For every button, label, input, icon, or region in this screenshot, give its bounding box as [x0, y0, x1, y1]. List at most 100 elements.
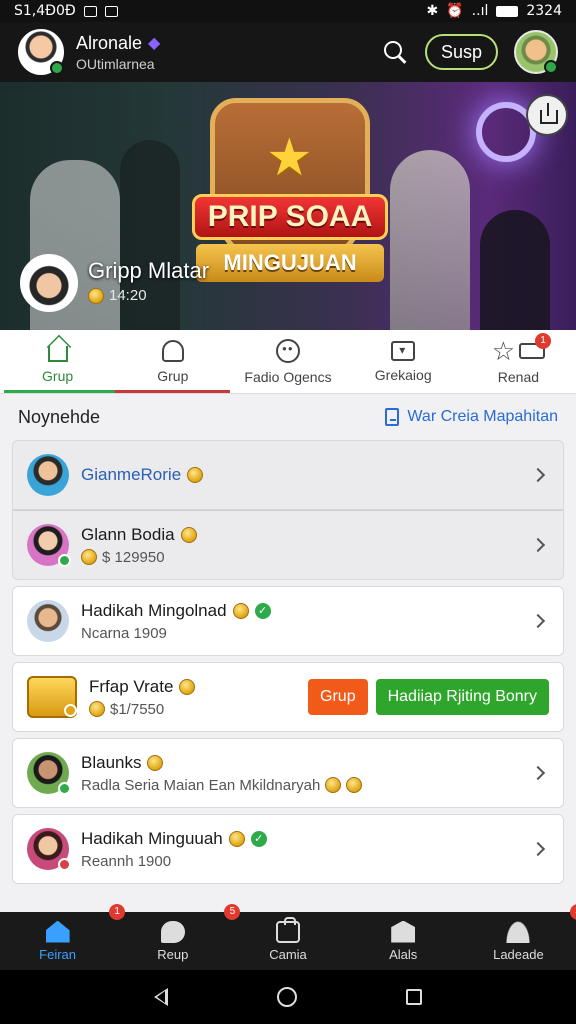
- coin-icon: [187, 467, 204, 483]
- coin-icon: [179, 678, 196, 695]
- user-icon: [506, 920, 531, 943]
- nav-label: Alals: [389, 946, 418, 962]
- list-item[interactable]: GianmeRorie: [12, 440, 564, 510]
- gem-icon: ◆: [148, 35, 161, 52]
- susp-button[interactable]: Susp: [424, 34, 498, 70]
- hero-banner[interactable]: ★ PRIP SOAA MINGUJUAN Gripp Mlatar 14:20: [0, 82, 576, 330]
- tab-grup[interactable]: Grup: [0, 330, 116, 393]
- profile-avatar[interactable]: [18, 29, 64, 75]
- coin-icon: [228, 830, 245, 847]
- bonus-button[interactable]: Hadiiap Rjiting Bonry: [375, 679, 549, 715]
- nav-alals[interactable]: Alals: [346, 912, 461, 970]
- grup-button[interactable]: Grup: [308, 679, 368, 715]
- list-item[interactable]: Blaunks Radla Seria Maian Ean Mkildnarya…: [12, 738, 564, 808]
- avatar: [27, 524, 71, 567]
- member-list: GianmeRorie Glann Bodia $ 129950 Hadikah…: [12, 440, 564, 890]
- nav-label: Reup: [157, 946, 189, 962]
- avatar: [27, 454, 69, 496]
- bluetooth-icon: ✱: [426, 3, 439, 19]
- list-item[interactable]: Frfap Vrate $1/7550 Grup Hadiiap Rjiting…: [12, 662, 564, 732]
- online-status-icon: [544, 60, 558, 74]
- list-item[interactable]: Hadikah Minguuah ✓ Reannh 1900: [12, 814, 564, 884]
- banner-value-text: 14:20: [109, 287, 147, 304]
- share-button[interactable]: [526, 94, 568, 136]
- nav-label: Ladeade: [493, 946, 544, 962]
- banner-value: 14:20: [88, 287, 147, 304]
- search-icon[interactable]: [381, 38, 409, 66]
- recent-apps-icon[interactable]: [405, 989, 422, 1005]
- item-sub: Ncarna 1909: [81, 624, 167, 642]
- home-circle-icon[interactable]: [276, 987, 297, 1007]
- tab-label: Renad: [497, 368, 540, 385]
- notification-icon: [83, 5, 97, 17]
- verified-icon: ✓: [250, 830, 267, 847]
- back-icon[interactable]: [154, 988, 169, 1006]
- notification-badge: 1: [535, 332, 552, 349]
- avatar: [27, 600, 69, 642]
- battery-icon: [496, 5, 519, 17]
- tab-label: Grup: [157, 367, 189, 384]
- banner-avatar[interactable]: [20, 254, 78, 312]
- nav-feiran[interactable]: 1 Feiran: [0, 904, 126, 970]
- item-name: Hadikah Mingolnad: [81, 600, 227, 620]
- app-header: Alronale ◆ OUtimlarnea Susp: [0, 22, 576, 82]
- chevron-right-icon: [530, 537, 546, 553]
- tab-grup-2[interactable]: Grup: [115, 330, 231, 393]
- section-link[interactable]: War Creia Mapahitan: [385, 408, 558, 426]
- box-icon: [391, 920, 416, 943]
- profile-subtitle: OUtimlarnea: [76, 55, 155, 72]
- tab-label: Grup: [42, 367, 74, 384]
- chat-icon: [276, 338, 300, 363]
- profile-name: Alronale: [76, 32, 143, 53]
- tab-label: Fadio Ogencs: [244, 368, 332, 385]
- badge-title-ribbon: PRIP SOAA: [192, 194, 388, 240]
- item-name: Glann Bodia: [81, 524, 175, 544]
- notification-icon: [104, 5, 118, 17]
- item-name: Hadikah Minguuah: [81, 828, 223, 848]
- status-bar: S1,4Ð0Ð ✱ ⏰ ..ıl 2324: [0, 0, 576, 22]
- section-link-text: War Creia Mapahitan: [407, 408, 558, 425]
- chevron-right-icon: [530, 765, 546, 781]
- item-name: Blaunks: [81, 752, 142, 772]
- online-status-icon: [58, 554, 71, 567]
- coin-icon: [81, 549, 97, 565]
- item-sub: Reannh 1900: [81, 852, 172, 870]
- user-avatar[interactable]: [514, 30, 558, 74]
- item-sub: Radla Seria Maian Ean Mkildnaryah: [81, 776, 321, 794]
- nav-label: Feiran: [39, 946, 77, 962]
- bag-icon: [276, 916, 300, 943]
- tab-renad[interactable]: ☆ 1 Renad: [461, 330, 576, 393]
- chat-icon: [160, 920, 185, 943]
- banner-figure: [390, 150, 470, 330]
- nav-ladeade[interactable]: 3 Ladeade: [461, 904, 576, 970]
- tab-label: Grekaiog: [374, 366, 432, 383]
- list-item[interactable]: Hadikah Mingolnad ✓ Ncarna 1909: [12, 586, 564, 656]
- coin-icon: [89, 701, 105, 717]
- star-icon: ☆: [491, 335, 516, 366]
- banner-title: Gripp Mlatar: [88, 258, 210, 283]
- nav-reup[interactable]: 5 Reup: [115, 904, 241, 970]
- home-icon: [47, 345, 68, 362]
- coin-icon: [346, 777, 363, 793]
- ghost-icon: [161, 339, 184, 362]
- signal-text: ..ıl: [471, 3, 489, 19]
- online-status-icon: [50, 61, 64, 75]
- tv-icon: [391, 340, 416, 361]
- section-header: Noynehde War Creia Mapahitan: [0, 394, 576, 440]
- badge-subtitle-ribbon: MINGUJUAN: [196, 244, 384, 282]
- badge-title: PRIP SOAA: [207, 200, 373, 233]
- section-title: Noynehde: [18, 406, 101, 427]
- item-sub: $ 129950: [102, 548, 165, 566]
- tab-grekaiog[interactable]: Grekaiog: [346, 330, 461, 393]
- online-status-icon: [58, 782, 71, 795]
- tab-fadio-ogencs[interactable]: Fadio Ogencs: [230, 330, 345, 393]
- coin-icon: [325, 777, 342, 793]
- home-icon: [45, 920, 70, 943]
- verified-icon: ✓: [254, 602, 271, 619]
- system-navigation: [0, 970, 576, 1024]
- avatar: [27, 828, 71, 871]
- category-tabs: Grup Grup Fadio Ogencs Grekaiog ☆ 1 Rena…: [0, 330, 576, 394]
- nav-camia[interactable]: Camia: [230, 912, 345, 970]
- list-item[interactable]: Glann Bodia $ 129950: [12, 510, 564, 580]
- chevron-right-icon: [530, 841, 546, 857]
